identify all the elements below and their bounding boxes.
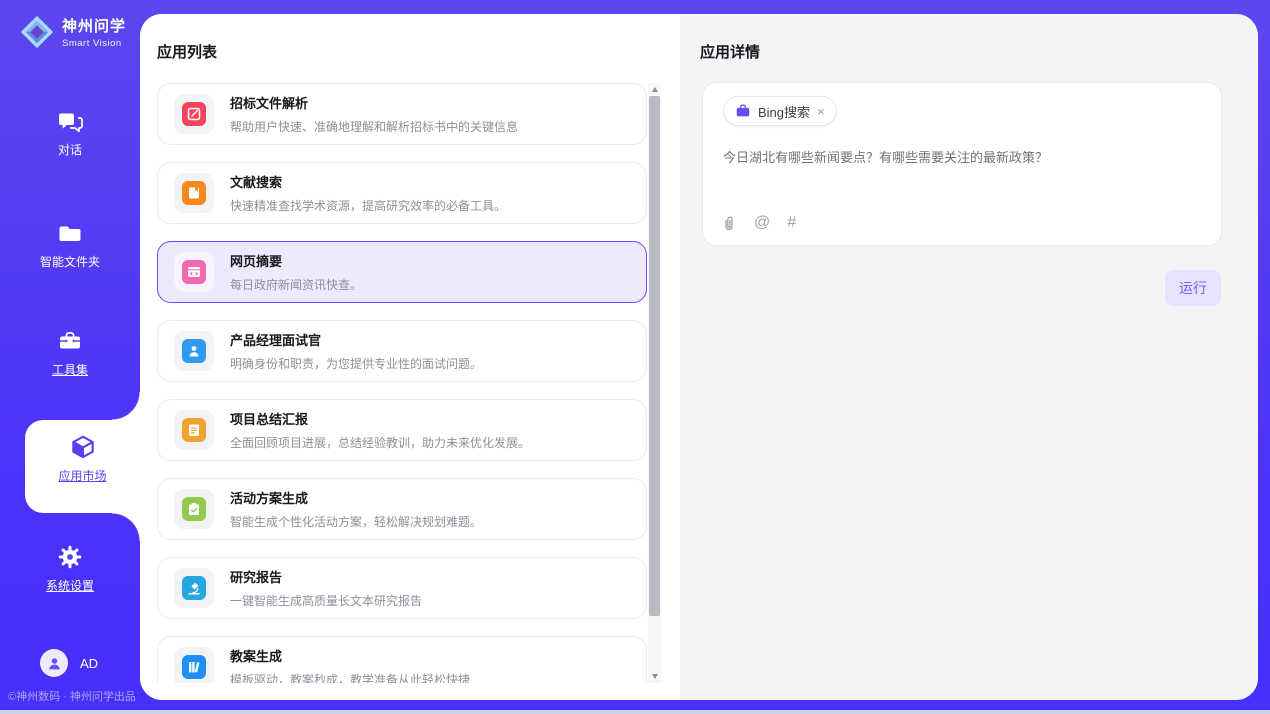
microscope-icon [182, 576, 206, 600]
toolbox-icon [56, 328, 84, 356]
brand: 神州问学 Smart Vision [18, 13, 126, 51]
avatar [40, 649, 68, 677]
app-card-project-summary[interactable]: 项目总结汇报 全面回顾项目进展，总结经验教训，助力未来优化发展。 [157, 399, 647, 461]
avatar-icon [46, 655, 63, 672]
browser-code-icon [182, 260, 206, 284]
app-card-event-plan[interactable]: 活动方案生成 智能生成个性化活动方案，轻松解决规划难题。 [157, 478, 647, 540]
interviewer-icon [182, 339, 206, 363]
app-card-desc: 一键智能生成高质量长文本研究报告 [230, 592, 422, 609]
diamond-logo-icon [18, 13, 56, 51]
app-detail-title: 应用详情 [700, 41, 760, 62]
app-detail-panel: 应用详情 Bing搜索 × 今日湖北有哪些新闻要点？有哪些需要关注的最新政策？ … [680, 14, 1258, 700]
sidebar-item-label: 智能文件夹 [40, 253, 100, 270]
app-list-scrollbar[interactable] [648, 83, 661, 683]
app-card-bid-document-analysis[interactable]: 招标文件解析 帮助用户快速、准确地理解和解析招标书中的关键信息 [157, 83, 647, 145]
scrollbar-thumb[interactable] [649, 96, 660, 616]
mention-icon[interactable]: @ [754, 215, 770, 231]
book-icon [182, 181, 206, 205]
gear-icon [55, 542, 85, 572]
main-content: 应用列表 招标文件解析 帮助用户快速、准确地理解和解析招标书中的关键信息 [140, 14, 1258, 700]
app-card-webpage-summary[interactable]: 网页摘要 每日政府新闻资讯快查。 [157, 241, 647, 303]
active-nav-bump: 应用市场 [25, 420, 140, 513]
clipboard-check-icon [182, 497, 206, 521]
app-card-pm-interviewer[interactable]: 产品经理面试官 明确身份和职责，为您提供专业性的面试问题。 [157, 320, 647, 382]
composer-card[interactable]: Bing搜索 × 今日湖北有哪些新闻要点？有哪些需要关注的最新政策？ @ # [702, 82, 1222, 246]
app-card-title: 项目总结汇报 [230, 409, 530, 428]
composer-toolbar: @ # [721, 214, 796, 232]
app-list-title: 应用列表 [157, 41, 217, 62]
app-card-desc: 帮助用户快速、准确地理解和解析招标书中的关键信息 [230, 118, 518, 135]
run-button[interactable]: 运行 [1165, 270, 1221, 306]
sidebar-item-smart-folder[interactable]: 智能文件夹 [0, 220, 140, 270]
books-icon [182, 655, 206, 679]
app-card-title: 教案生成 [230, 646, 470, 665]
user-name: AD [80, 656, 98, 671]
app-card-literature-search[interactable]: 文献搜索 快速精准查找学术资源，提高研究效率的必备工具。 [157, 162, 647, 224]
user-account[interactable]: AD [40, 649, 98, 677]
paperclip-icon[interactable] [721, 214, 737, 232]
chat-icon [56, 108, 84, 136]
app-card-title: 文献搜索 [230, 172, 506, 191]
app-card-desc: 模板驱动，教案秒成，教学准备从此轻松快捷 [230, 671, 470, 683]
tool-chip-bing-search[interactable]: Bing搜索 × [723, 96, 837, 126]
app-card-desc: 明确身份和职责，为您提供专业性的面试问题。 [230, 355, 482, 372]
app-card-desc: 快速精准查找学术资源，提高研究效率的必备工具。 [230, 197, 506, 214]
brand-name: 神州问学 [62, 15, 126, 36]
scroll-down-icon[interactable] [648, 670, 661, 683]
app-card-desc: 全面回顾项目进展，总结经验教训，助力未来优化发展。 [230, 434, 530, 451]
notepad-icon [182, 418, 206, 442]
sidebar: 神州问学 Smart Vision 对话 智能文件夹 工具 [0, 0, 140, 714]
app-card-title: 活动方案生成 [230, 488, 482, 507]
sidebar-item-label: 对话 [58, 141, 82, 158]
cube-icon [68, 433, 98, 463]
app-card-list: 招标文件解析 帮助用户快速、准确地理解和解析招标书中的关键信息 文献搜索 快速精… [157, 83, 647, 683]
query-text[interactable]: 今日湖北有哪些新闻要点？有哪些需要关注的最新政策？ [723, 147, 1201, 166]
app-card-title: 研究报告 [230, 567, 422, 586]
app-card-title: 招标文件解析 [230, 93, 518, 112]
brand-subtitle: Smart Vision [62, 38, 126, 49]
app-card-title: 产品经理面试官 [230, 330, 482, 349]
scroll-up-icon[interactable] [648, 83, 661, 96]
close-icon[interactable]: × [817, 105, 825, 118]
app-list-panel: 应用列表 招标文件解析 帮助用户快速、准确地理解和解析招标书中的关键信息 [140, 14, 680, 700]
app-card-desc: 智能生成个性化活动方案，轻松解决规划难题。 [230, 513, 482, 530]
tool-chip-label: Bing搜索 [758, 102, 810, 121]
edit-icon [182, 102, 206, 126]
briefcase-icon [735, 103, 751, 119]
sidebar-item-label: 应用市场 [58, 467, 106, 484]
app-card-research-report[interactable]: 研究报告 一键智能生成高质量长文本研究报告 [157, 557, 647, 619]
sidebar-item-chat[interactable]: 对话 [0, 108, 140, 158]
app-card-title: 网页摘要 [230, 251, 362, 270]
hash-icon[interactable]: # [787, 215, 796, 231]
copyright-footer: ©神州数码 · 神州问学出品 [8, 688, 136, 704]
sidebar-item-label: 系统设置 [46, 577, 94, 594]
sidebar-item-app-market[interactable]: 应用市场 [25, 433, 140, 484]
sidebar-item-label: 工具集 [52, 361, 88, 378]
folder-icon [56, 220, 84, 248]
bottom-strip [0, 710, 1270, 714]
sidebar-item-toolset[interactable]: 工具集 [0, 328, 140, 378]
app-card-desc: 每日政府新闻资讯快查。 [230, 276, 362, 293]
sidebar-item-settings[interactable]: 系统设置 [0, 542, 140, 594]
app-card-lesson-plan[interactable]: 教案生成 模板驱动，教案秒成，教学准备从此轻松快捷 [157, 636, 647, 683]
